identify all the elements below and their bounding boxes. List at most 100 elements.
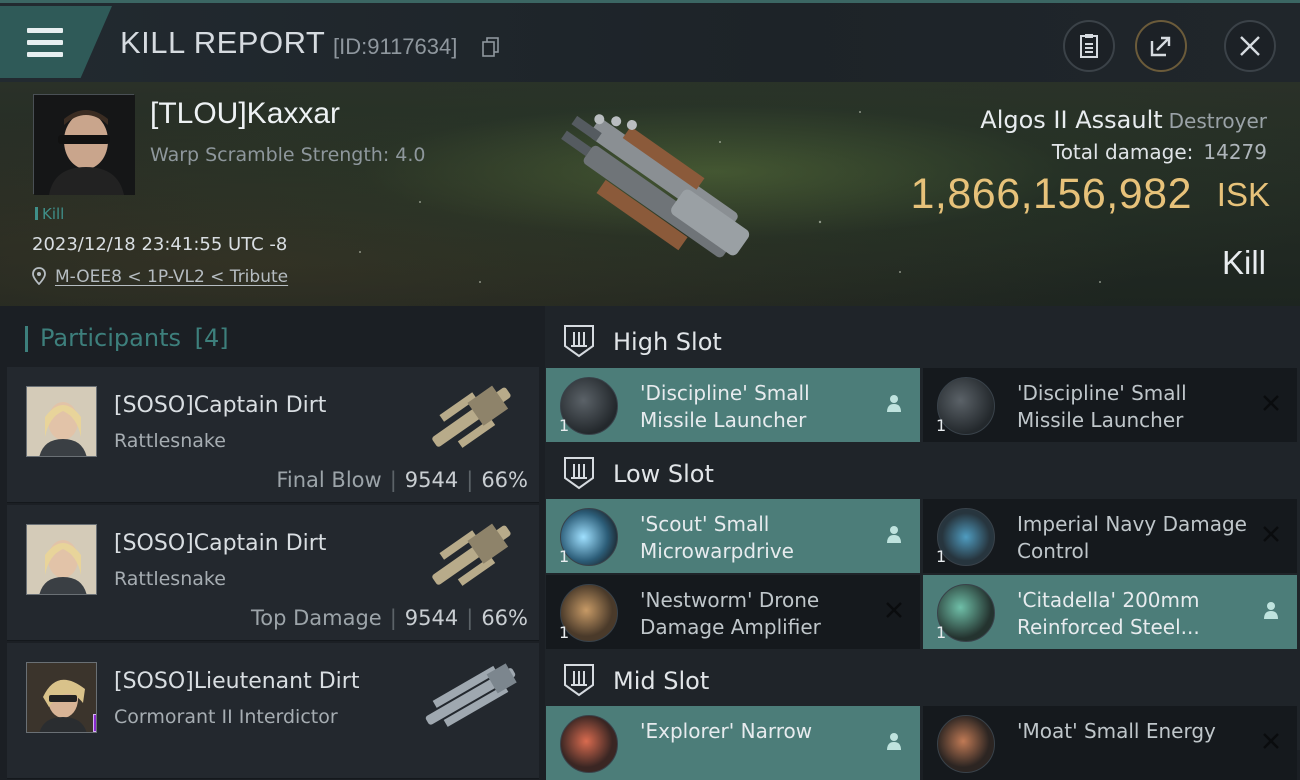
item-name: 'Scout' Small Microwarpdrive — [640, 512, 794, 563]
clipboard-icon — [1080, 34, 1098, 58]
destroyed-x-icon — [1263, 733, 1279, 749]
total-damage-value: 14279 — [1203, 140, 1267, 164]
clipboard-button[interactable] — [1063, 20, 1115, 72]
kill-result: Kill — [1221, 244, 1266, 281]
participant-ship-image — [425, 663, 517, 727]
isk-label: ISK — [1216, 176, 1270, 213]
location-pin-icon — [32, 267, 46, 285]
participant-ship: Cormorant II Interdictor — [114, 706, 338, 728]
warp-scramble-strength: Warp Scramble Strength: 4.0 — [150, 144, 426, 166]
item-name: 'Nestworm' Drone Damage Amplifier — [640, 588, 821, 639]
low-slot-label: Low Slot — [613, 460, 714, 488]
header-bar: KILL REPORT [ID:9117634] — [0, 0, 1300, 82]
victim-ship-image[interactable] — [525, 90, 775, 300]
kill-tag: Kill — [35, 205, 64, 223]
close-button[interactable] — [1224, 20, 1276, 72]
participant-percent: 66% — [481, 468, 528, 492]
destroyed-x-icon — [1263, 526, 1279, 542]
participant-role: Top Damage — [250, 606, 382, 630]
item-quantity: 1 — [936, 623, 947, 642]
total-damage: Total damage: 14279 — [1052, 140, 1267, 164]
ship-type-name: Algos II Assault — [980, 106, 1163, 134]
fitting-item[interactable]: 1 'Discipline' Small Missile Launcher — [923, 368, 1297, 442]
participants-panel: Participants [4] [SOSO]Captain Dirt Ratt… — [0, 306, 540, 779]
item-name: 'Citadella' 200mm Reinforced Steel... — [1017, 588, 1200, 639]
low-slot-icon — [564, 457, 594, 490]
participant-stats: Final Blow | 9544 | 66% — [276, 468, 528, 492]
participant-damage: 9544 — [404, 468, 459, 492]
mid-slot-icon — [564, 664, 594, 697]
mid-slot-header: Mid Slot — [545, 649, 1300, 711]
hamburger-menu-icon — [27, 28, 63, 58]
item-quantity: 1 — [559, 547, 570, 566]
participant-ship-image — [432, 385, 511, 448]
item-quantity: 1 — [559, 416, 570, 435]
page-title: KILL REPORT — [120, 25, 326, 60]
low-slot-header: Low Slot — [545, 442, 1300, 504]
victim-name[interactable]: [TLOU]Kaxxar — [150, 97, 340, 131]
victim-ship-name[interactable]: Algos II Assault Destroyer — [980, 106, 1267, 134]
menu-button[interactable] — [0, 6, 112, 78]
energy-module-icon — [937, 715, 995, 773]
share-button[interactable] — [1135, 20, 1187, 72]
fitting-item[interactable]: 'Explorer' Narrow — [546, 706, 920, 780]
fitting-item[interactable]: 1 'Nestworm' Drone Damage Amplifier — [546, 575, 920, 649]
high-slot-header: High Slot — [545, 310, 1300, 372]
item-quantity: 1 — [936, 547, 947, 566]
participant-ship-image — [432, 523, 511, 586]
participant-name: [SOSO]Lieutenant Dirt — [114, 669, 360, 694]
mid-slot-label: Mid Slot — [613, 667, 710, 695]
person-icon — [887, 395, 901, 412]
fitting-panel: High Slot 1 'Discipline' Small Missile L… — [545, 306, 1300, 780]
participant-avatar — [26, 386, 97, 457]
copy-icon[interactable] — [482, 37, 500, 57]
participant-ship: Rattlesnake — [114, 430, 226, 452]
high-slot-label: High Slot — [613, 328, 722, 356]
destroyed-x-icon — [886, 602, 902, 618]
person-icon — [887, 526, 901, 543]
participant-percent: 66% — [481, 606, 528, 630]
participant-card[interactable]: [SOSO]Captain Dirt Rattlesnake Final Blo… — [7, 367, 539, 503]
item-quantity: 1 — [559, 623, 570, 642]
participant-stats: Top Damage | 9544 | 66% — [250, 606, 528, 630]
fitting-item[interactable]: 1 'Citadella' 200mm Reinforced Steel... — [923, 575, 1297, 649]
participant-role: Final Blow — [276, 468, 382, 492]
participant-ship: Rattlesnake — [114, 568, 226, 590]
kill-summary: [TLOU]Kaxxar Warp Scramble Strength: 4.0… — [0, 82, 1300, 306]
role-badge-icon — [93, 714, 96, 732]
participant-name: [SOSO]Captain Dirt — [114, 393, 327, 418]
destroyed-x-icon — [1263, 395, 1279, 411]
fitting-item[interactable]: 'Moat' Small Energy — [923, 706, 1297, 780]
participant-avatar — [26, 524, 97, 595]
report-id: [ID:9117634] — [333, 34, 458, 59]
person-icon — [1264, 602, 1278, 619]
isk-value: 1,866,156,982 — [910, 170, 1192, 218]
fitting-item[interactable]: 1 'Scout' Small Microwarpdrive — [546, 499, 920, 573]
kill-timestamp: 2023/12/18 23:41:55 UTC -8 — [32, 234, 288, 255]
item-quantity: 1 — [936, 416, 947, 435]
person-icon — [887, 733, 901, 750]
participants-label: Participants — [40, 324, 181, 352]
participant-avatar — [26, 662, 97, 733]
victim-avatar — [34, 95, 135, 195]
participant-name: [SOSO]Captain Dirt — [114, 531, 327, 556]
close-icon — [1240, 36, 1260, 56]
fitting-item[interactable]: 1 Imperial Navy Damage Control — [923, 499, 1297, 573]
ship-class: Destroyer — [1168, 109, 1267, 133]
kill-location-link[interactable]: M-OEE8 < 1P-VL2 < Tribute — [55, 267, 288, 287]
scanner-icon — [560, 715, 618, 773]
participant-card[interactable]: [SOSO]Lieutenant Dirt Cormorant II Inter… — [7, 643, 539, 779]
participant-card[interactable]: [SOSO]Captain Dirt Rattlesnake Top Damag… — [7, 505, 539, 641]
item-name: 'Discipline' Small Missile Launcher — [1017, 381, 1187, 432]
fitting-item[interactable]: 1 'Discipline' Small Missile Launcher — [546, 368, 920, 442]
participant-damage: 9544 — [404, 606, 459, 630]
victim-portrait[interactable] — [33, 94, 135, 195]
high-slot-icon — [564, 325, 594, 358]
total-damage-label: Total damage: — [1051, 140, 1194, 164]
item-name: 'Moat' Small Energy — [1017, 719, 1216, 743]
share-icon — [1150, 36, 1171, 57]
participants-header: Participants [4] — [25, 324, 229, 352]
item-name: 'Explorer' Narrow — [640, 719, 813, 743]
item-name: 'Discipline' Small Missile Launcher — [640, 381, 810, 432]
participants-count: [4] — [194, 324, 229, 352]
